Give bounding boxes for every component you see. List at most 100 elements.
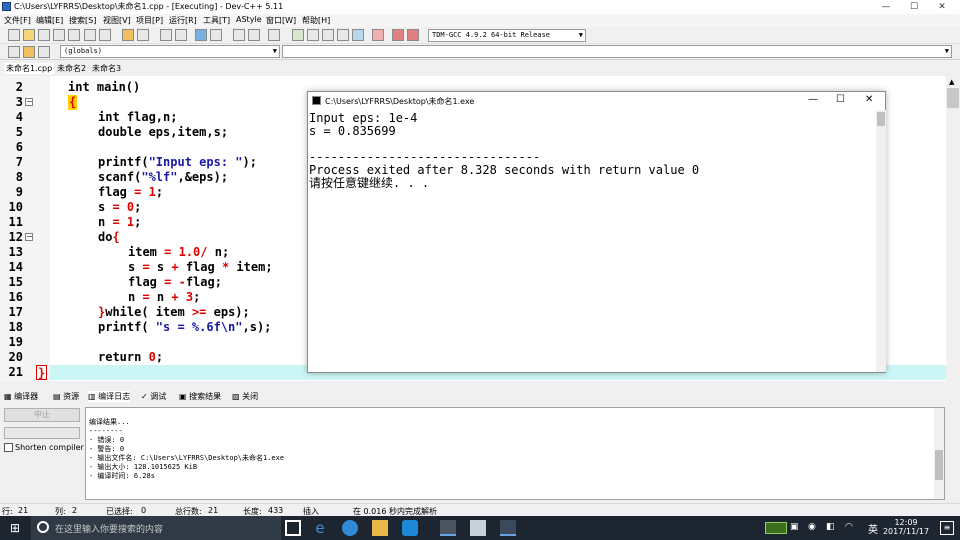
tab-search-results[interactable]: ▣ 搜索结果 (179, 391, 221, 402)
scroll-thumb[interactable] (947, 88, 959, 108)
scope-select[interactable]: (globals) ▼ (60, 45, 280, 58)
tab-resources[interactable]: ▤ 资源 (53, 391, 79, 402)
console-maximize-button[interactable]: ☐ (836, 94, 845, 105)
devcpp-task-icon[interactable] (440, 520, 456, 536)
stop-execution-icon[interactable] (372, 29, 384, 41)
console-minimize-button[interactable]: — (808, 94, 818, 105)
windows-start-icon[interactable]: ⊞ (10, 522, 22, 534)
code-line: printf("Input eps: "); (98, 155, 257, 169)
open-file-icon[interactable] (23, 29, 35, 41)
log-line: - 输出文件名: C:\Users\LYFRRS\Desktop\未命名1.ex… (89, 454, 285, 462)
menu-edit[interactable]: 编辑[E] (36, 15, 63, 26)
console-close-button[interactable]: ✕ (865, 94, 873, 105)
scroll-up-icon[interactable]: ▲ (949, 78, 954, 86)
editor-scrollbar[interactable]: ▲ (946, 76, 960, 381)
profile-icon[interactable] (392, 29, 404, 41)
notification-icon[interactable]: ◧ (826, 522, 835, 532)
console-scrollbar[interactable] (876, 110, 886, 372)
redo-icon[interactable] (137, 29, 149, 41)
compile-icon[interactable] (292, 29, 304, 41)
ime-indicator[interactable]: 英 (868, 521, 878, 536)
print-icon[interactable] (99, 29, 111, 41)
fold-collapse-icon[interactable]: − (25, 98, 33, 106)
compile-run-icon[interactable] (322, 29, 334, 41)
unindent-icon[interactable] (233, 29, 245, 41)
goto-bookmark-icon[interactable] (38, 46, 50, 58)
save-icon[interactable] (38, 29, 50, 41)
tab-compiler[interactable]: ▦ 编译器 (4, 391, 38, 402)
maximize-button[interactable]: ☐ (900, 0, 928, 14)
replace-icon[interactable] (175, 29, 187, 41)
close-button[interactable]: ✕ (928, 0, 956, 14)
menu-project[interactable]: 项目[P] (136, 15, 163, 26)
delete-profile-icon[interactable] (407, 29, 419, 41)
rebuild-icon[interactable] (337, 29, 349, 41)
status-selected: 0 (141, 506, 147, 515)
close-file-icon[interactable] (68, 29, 80, 41)
code-line: do{ (98, 230, 120, 244)
clock[interactable]: 12:09 2017/11/17 (882, 518, 930, 536)
run-icon[interactable] (307, 29, 319, 41)
app-icon[interactable] (402, 520, 418, 536)
menu-view[interactable]: 视图[V] (103, 15, 131, 26)
windows-taskbar: ⊞ 在这里输入你要搜索的内容 e ▣ ◉ ◧ ◠ 英 12:09 2017/11… (0, 516, 960, 540)
tab-debug[interactable]: ✓ 调试 (141, 391, 166, 402)
volume-icon[interactable]: ▣ (790, 522, 799, 532)
member-select[interactable]: ▼ (282, 45, 952, 58)
menu-tools[interactable]: 工具[T] (203, 15, 230, 26)
abort-compile-button[interactable]: 中止 (4, 408, 80, 422)
line-number: 4 (15, 110, 23, 124)
line-number: 14 (8, 260, 23, 274)
log-scroll-thumb[interactable] (935, 450, 943, 480)
action-center-icon[interactable]: ≡ (940, 521, 954, 535)
code-line: double eps,item,s; (98, 125, 229, 139)
close-all-icon[interactable] (84, 29, 96, 41)
tab-file-2[interactable]: 未命名2 (57, 63, 86, 74)
line-number: 20 (8, 350, 23, 364)
file-explorer-icon[interactable] (372, 520, 388, 536)
wifi-icon[interactable]: ◠ (845, 522, 853, 532)
goto-line-icon[interactable] (195, 29, 207, 41)
code-line: { (68, 95, 78, 110)
search-results-icon: ▣ (179, 392, 187, 401)
console-window[interactable]: C:\Users\LYFRRS\Desktop\未命名1.exe — ☐ ✕ I… (307, 91, 886, 373)
minimize-button[interactable]: — (872, 0, 900, 14)
log-line: - 警告: 0 (89, 445, 125, 453)
task-view-icon[interactable] (285, 520, 301, 536)
log-scrollbar[interactable] (934, 408, 944, 499)
tools-task-icon[interactable] (470, 520, 486, 536)
shorten-checkbox[interactable] (4, 443, 13, 452)
indent-icon[interactable] (248, 29, 260, 41)
compiler-select[interactable]: TDM-GCC 4.9.2 64-bit Release ▼ (428, 29, 586, 42)
tab-close[interactable]: ▨ 关闭 (232, 391, 258, 402)
undo-icon[interactable] (122, 29, 134, 41)
menu-search[interactable]: 搜索[S] (69, 15, 96, 26)
save-all-icon[interactable] (53, 29, 65, 41)
close-panel-icon: ▨ (232, 392, 240, 401)
menu-help[interactable]: 帮助[H] (302, 15, 330, 26)
network-icon[interactable]: ◉ (808, 522, 816, 532)
bookmark-icon[interactable] (210, 29, 222, 41)
console-scroll-thumb[interactable] (877, 112, 885, 126)
insert-icon[interactable] (8, 46, 20, 58)
line-number: 9 (15, 185, 23, 199)
fold-collapse-icon[interactable]: − (25, 233, 33, 241)
menu-window[interactable]: 窗口[W] (266, 15, 296, 26)
edge-browser-icon[interactable]: e (312, 520, 328, 536)
menu-astyle[interactable]: AStyle (236, 15, 262, 24)
menu-file[interactable]: 文件[F] (4, 15, 31, 26)
console-task-icon[interactable] (500, 520, 516, 536)
menu-run[interactable]: 运行[R] (169, 15, 197, 26)
find-icon[interactable] (160, 29, 172, 41)
toggle-comment-icon[interactable] (268, 29, 280, 41)
new-file-icon[interactable] (8, 29, 20, 41)
tab-file-1[interactable]: 未命名1.cpp (4, 63, 55, 74)
taskbar-search-box[interactable]: 在这里输入你要搜索的内容 (31, 516, 281, 540)
battery-icon[interactable] (765, 522, 787, 534)
panel-tabs: ▦ 编译器 ▤ 资源 ▥ 编译日志 ✓ 调试 ▣ 搜索结果 ▨ 关闭 (0, 389, 960, 404)
toggle-bookmark-icon[interactable] (23, 46, 35, 58)
syntax-check-icon[interactable] (352, 29, 364, 41)
tab-file-3[interactable]: 未命名3 (92, 63, 121, 74)
speed-icon[interactable] (342, 520, 358, 536)
tab-compile-log[interactable]: ▥ 编译日志 (88, 391, 131, 402)
